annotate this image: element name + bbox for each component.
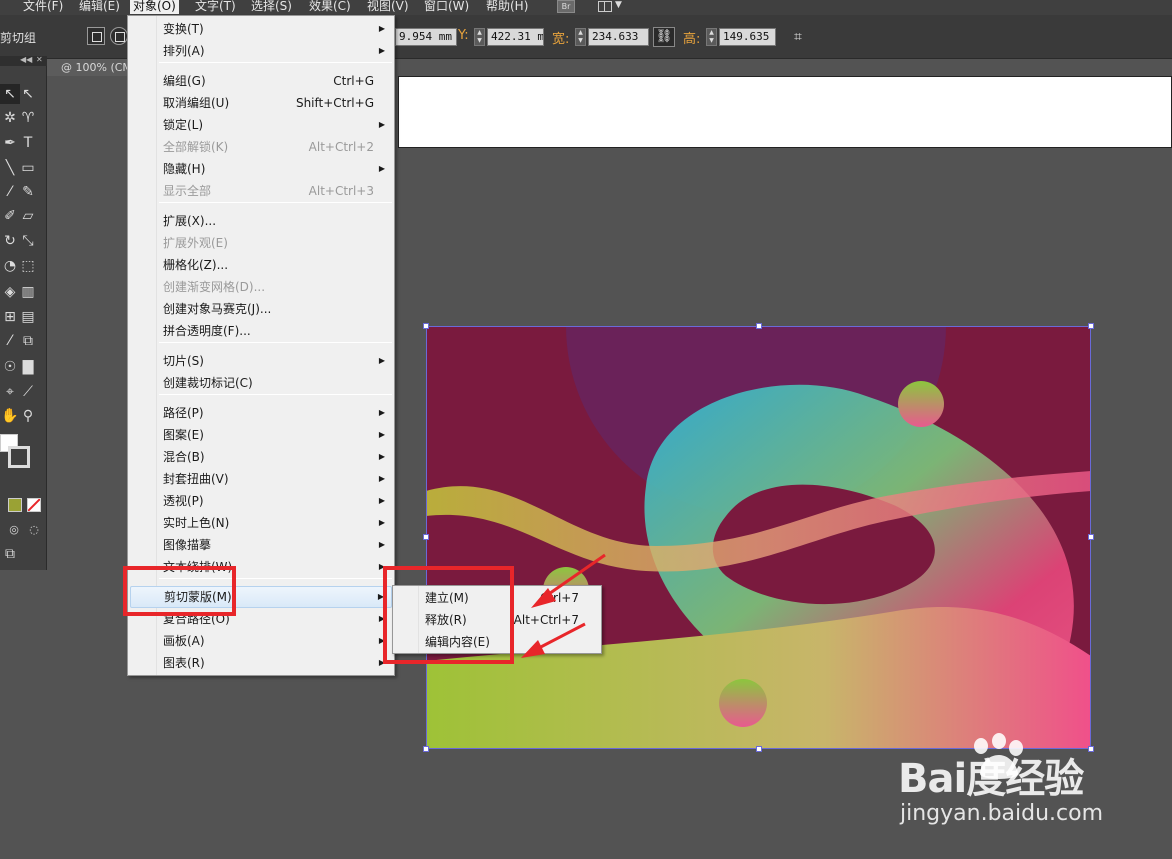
annotation-arrow-lower bbox=[521, 622, 586, 658]
annotation-arrow-upper bbox=[531, 553, 606, 608]
annotation-arrows bbox=[521, 553, 606, 658]
watermark-url: jingyan.baidu.com bbox=[900, 801, 1104, 826]
watermark-logo: Bai度经验 bbox=[898, 756, 1084, 802]
